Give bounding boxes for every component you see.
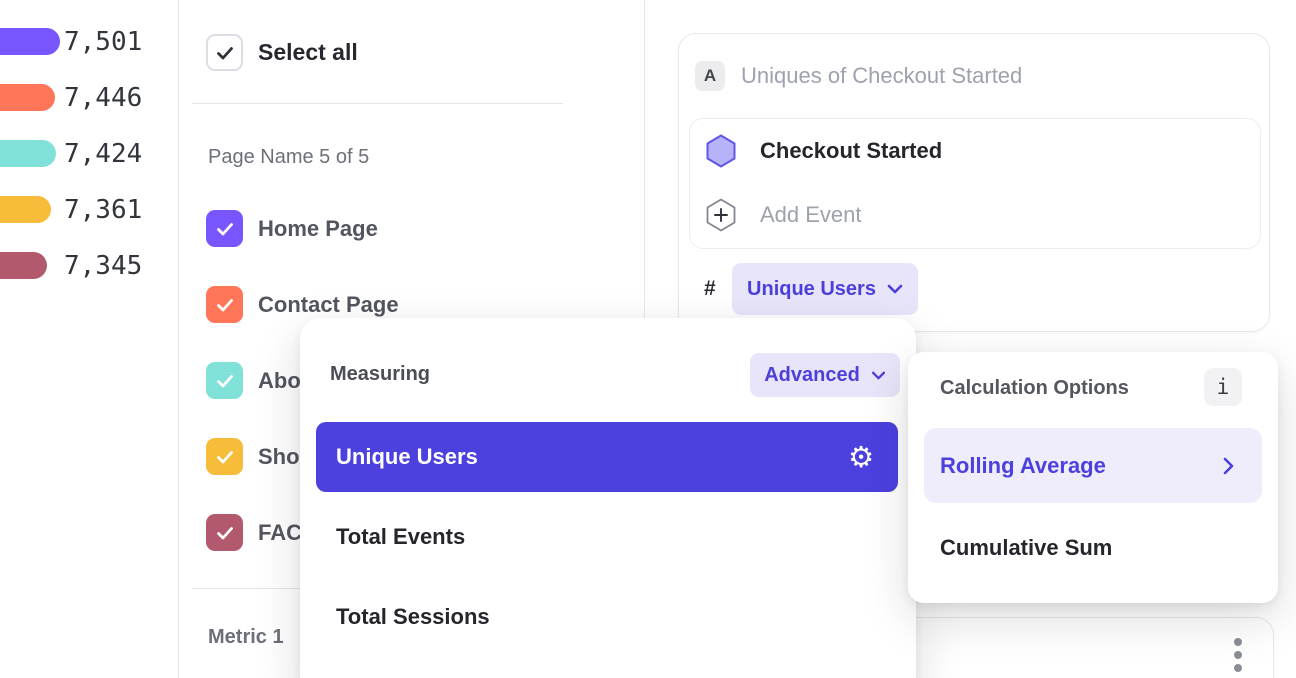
menu-item-cumulative-sum[interactable]: Cumulative Sum (940, 528, 1112, 568)
checkmark-icon (214, 446, 236, 468)
analytics-app: 7,501 7,446 7,424 7,361 7,345 Select all… (0, 0, 1296, 678)
legend-value: 7,424 (64, 140, 142, 167)
chevron-right-icon (1223, 457, 1234, 475)
select-all-label: Select all (258, 39, 358, 66)
legend-value: 7,361 (64, 196, 142, 223)
measure-type-symbol: # (704, 263, 716, 315)
checkmark-icon (214, 370, 236, 392)
gear-icon[interactable]: ⚙ (848, 443, 874, 472)
measuring-menu: Measuring Advanced Unique Users ⚙ Total … (300, 318, 916, 678)
filter-row-label: Home Page (258, 216, 378, 242)
legend-bar (0, 28, 60, 55)
advanced-dropdown[interactable]: Advanced (750, 353, 900, 397)
filter-row-shop-page[interactable]: Sho (206, 438, 300, 475)
menu-item-label: Unique Users (336, 444, 478, 470)
menu-item-rolling-average[interactable]: Rolling Average (924, 428, 1262, 503)
event-name: Checkout Started (760, 138, 942, 164)
filter-row-faq-page[interactable]: FAC (206, 514, 302, 551)
menu-item-label: Rolling Average (940, 453, 1106, 479)
filter-row-label: FAC (258, 520, 302, 546)
legend-value: 7,501 (64, 28, 142, 55)
filter-row-label: Contact Page (258, 292, 399, 318)
legend-bar (0, 84, 55, 111)
info-icon[interactable]: i (1204, 368, 1242, 406)
menu-item-total-events[interactable]: Total Events (336, 517, 465, 557)
legend-bar (0, 140, 56, 167)
panel-divider (178, 0, 179, 678)
checkbox-shop-page[interactable] (206, 438, 243, 475)
checkmark-icon (214, 218, 236, 240)
calculation-options-title: Calculation Options (940, 373, 1129, 403)
menu-item-label: Total Sessions (336, 604, 490, 630)
chevron-down-icon (887, 284, 903, 294)
menu-item-label: Cumulative Sum (940, 535, 1112, 561)
measure-dropdown-value: Unique Users (747, 278, 876, 301)
menu-item-label: Total Events (336, 524, 465, 550)
menu-item-total-sessions[interactable]: Total Sessions (336, 597, 490, 637)
legend-bar (0, 252, 47, 279)
measure-dropdown[interactable]: Unique Users (732, 263, 918, 315)
kebab-menu-icon[interactable] (1234, 638, 1242, 672)
series-badge: A (695, 61, 725, 91)
add-event-label: Add Event (760, 202, 862, 228)
checkmark-icon (214, 42, 236, 64)
query-builder-card: A Uniques of Checkout Started Checkout S… (678, 33, 1270, 332)
advanced-dropdown-label: Advanced (764, 364, 860, 387)
add-event-icon (706, 198, 736, 232)
filter-row-label: Sho (258, 444, 300, 470)
measuring-menu-title: Measuring (330, 352, 430, 396)
checkmark-icon (214, 294, 236, 316)
calculation-options-menu: Calculation Options i Rolling Average Cu… (908, 352, 1278, 603)
checkmark-icon (214, 522, 236, 544)
filter-group-label: Page Name 5 of 5 (208, 146, 369, 169)
add-event-button[interactable]: Add Event (706, 197, 862, 233)
filter-row-label: Abo (258, 368, 301, 394)
series-title: Uniques of Checkout Started (741, 63, 1022, 89)
checkbox-about-page[interactable] (206, 362, 243, 399)
filter-row-home-page[interactable]: Home Page (206, 210, 378, 247)
series-title-row[interactable]: A Uniques of Checkout Started (695, 61, 1022, 91)
legend-bar (0, 196, 51, 223)
select-all-row[interactable]: Select all (206, 34, 358, 71)
metric-label: Metric 1 (208, 626, 284, 649)
event-card: Checkout Started Add Event (689, 118, 1261, 249)
event-hexagon-icon (706, 134, 736, 168)
menu-item-unique-users[interactable]: Unique Users ⚙ (316, 422, 898, 492)
legend-value: 7,345 (64, 252, 142, 279)
chevron-down-icon (871, 371, 886, 380)
select-all-checkbox[interactable] (206, 34, 243, 71)
legend-value: 7,446 (64, 84, 142, 111)
checkbox-faq-page[interactable] (206, 514, 243, 551)
divider (192, 103, 563, 104)
checkbox-contact-page[interactable] (206, 286, 243, 323)
filter-row-about-page[interactable]: Abo (206, 362, 301, 399)
checkbox-home-page[interactable] (206, 210, 243, 247)
event-row[interactable]: Checkout Started (706, 133, 942, 169)
